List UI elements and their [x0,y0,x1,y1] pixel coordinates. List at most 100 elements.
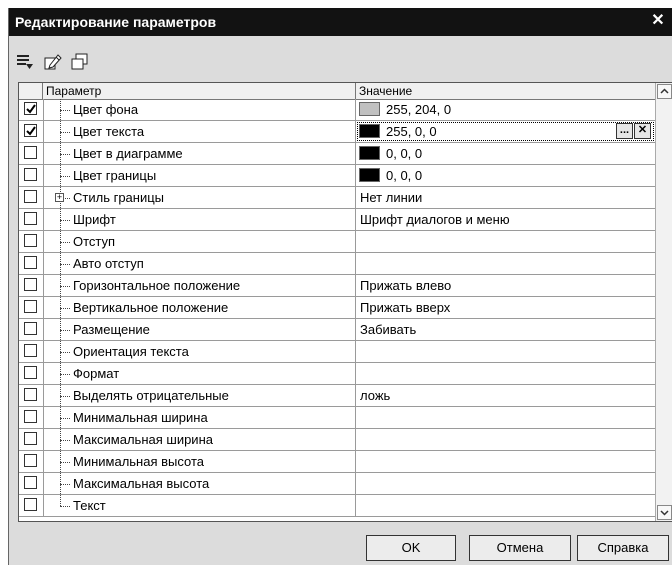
row-checkbox[interactable] [24,300,37,313]
header-parameter[interactable]: Параметр [43,83,356,99]
parameter-name: Отступ [73,234,116,249]
edit-icon[interactable] [43,52,63,72]
tree-connector [52,473,70,494]
clear-value-button[interactable]: ✕ [634,123,651,139]
row-checkbox[interactable] [24,498,37,511]
value-cell[interactable]: 0, 0, 0 [356,165,655,186]
parameter-cell: Максимальная ширина [43,429,356,450]
value-cell[interactable]: Прижать вверх [356,297,655,318]
tree-connector [52,341,70,362]
table-row[interactable]: Минимальная ширина [19,407,655,429]
parameter-name: Минимальная ширина [73,410,208,425]
row-checkbox[interactable] [24,168,37,181]
parameter-cell: Горизонтальное положение [43,275,356,296]
value-cell[interactable] [356,363,655,384]
table-row[interactable]: Шрифт Шрифт диалогов и меню [19,209,655,231]
row-checkbox-cell [19,495,44,516]
row-checkbox[interactable] [24,476,37,489]
row-checkbox-cell [19,429,44,450]
row-checkbox[interactable] [24,322,37,335]
table-row[interactable]: Цвет в диаграмме 0, 0, 0 [19,143,655,165]
table-row[interactable]: Формат [19,363,655,385]
table-row[interactable]: Цвет текста 255, 0, 0... ✕ [19,121,655,143]
row-checkbox[interactable] [24,432,37,445]
color-swatch [359,124,380,138]
row-checkbox-cell [19,473,44,494]
value-cell[interactable]: Нет линии [356,187,655,208]
header-value[interactable]: Значение [356,83,655,99]
row-checkbox[interactable] [24,212,37,225]
value-cell[interactable] [356,495,655,516]
table-row[interactable]: Вертикальное положение Прижать вверх [19,297,655,319]
ok-button[interactable]: OK [366,535,456,561]
row-checkbox-cell [19,121,44,142]
parameter-cell: Размещение [43,319,356,340]
row-checkbox-cell [19,385,44,406]
parameter-value: 255, 204, 0 [386,102,452,117]
row-checkbox[interactable] [24,190,37,203]
row-checkbox[interactable] [24,234,37,247]
table-row[interactable]: Максимальная ширина [19,429,655,451]
list-filter-icon[interactable] [15,52,35,72]
tree-connector [52,385,70,406]
tree-connector [52,99,70,120]
row-checkbox[interactable] [24,124,37,137]
row-checkbox[interactable] [24,102,37,115]
vertical-scrollbar[interactable] [655,83,672,521]
table-row[interactable]: Отступ [19,231,655,253]
choose-value-button[interactable]: ... [616,123,633,139]
value-cell[interactable]: 255, 204, 0 [356,99,655,120]
row-checkbox[interactable] [24,454,37,467]
value-cell[interactable]: ложь [356,385,655,406]
table-row[interactable]: Авто отступ [19,253,655,275]
row-checkbox[interactable] [24,146,37,159]
table-row[interactable]: Максимальная высота [19,473,655,495]
value-cell[interactable]: Забивать [356,319,655,340]
copy-icon[interactable] [70,52,90,72]
tree-connector [52,297,70,318]
dialog-window: Редактирование параметров ✕ Параметр Зна… [8,8,672,565]
row-checkbox[interactable] [24,366,37,379]
value-cell[interactable] [356,253,655,274]
row-checkbox-cell [19,253,44,274]
tree-connector [52,319,70,340]
parameter-value: Забивать [360,322,417,337]
row-checkbox[interactable] [24,344,37,357]
checkmark-icon [26,104,36,114]
close-button[interactable]: ✕ [649,11,667,31]
expand-plus-icon[interactable]: + [55,193,64,202]
table-row[interactable]: Горизонтальное положение Прижать влево [19,275,655,297]
table-row[interactable]: Ориентация текста [19,341,655,363]
value-cell[interactable] [356,231,655,252]
value-cell[interactable] [356,473,655,494]
tree-connector: + [52,187,70,208]
value-cell[interactable] [356,451,655,472]
value-cell[interactable]: 255, 0, 0... ✕ [356,121,655,142]
value-cell[interactable] [356,341,655,362]
row-checkbox[interactable] [24,388,37,401]
row-checkbox-cell [19,451,44,472]
parameter-value: Прижать вверх [360,300,451,315]
table-row[interactable]: Размещение Забивать [19,319,655,341]
table-row[interactable]: Выделять отрицательные ложь [19,385,655,407]
scroll-down-button[interactable] [657,505,672,520]
help-button[interactable]: Справка [577,535,669,561]
row-checkbox[interactable] [24,256,37,269]
table-row[interactable]: Цвет границы 0, 0, 0 [19,165,655,187]
table-row[interactable]: + Стиль границы Нет линии [19,187,655,209]
value-cell[interactable] [356,407,655,428]
header-check-column [19,83,43,99]
cancel-button[interactable]: Отмена [469,535,571,561]
parameter-name: Формат [73,366,120,381]
value-cell[interactable] [356,429,655,450]
row-checkbox[interactable] [24,410,37,423]
value-cell[interactable]: Шрифт диалогов и меню [356,209,655,230]
table-row[interactable]: Цвет фона 255, 204, 0 [19,99,655,121]
parameter-name: Цвет в диаграмме [73,146,183,161]
scroll-up-button[interactable] [657,84,672,99]
value-cell[interactable]: 0, 0, 0 [356,143,655,164]
table-row[interactable]: Минимальная высота [19,451,655,473]
table-row[interactable]: Текст [19,495,655,517]
value-cell[interactable]: Прижать влево [356,275,655,296]
row-checkbox[interactable] [24,278,37,291]
